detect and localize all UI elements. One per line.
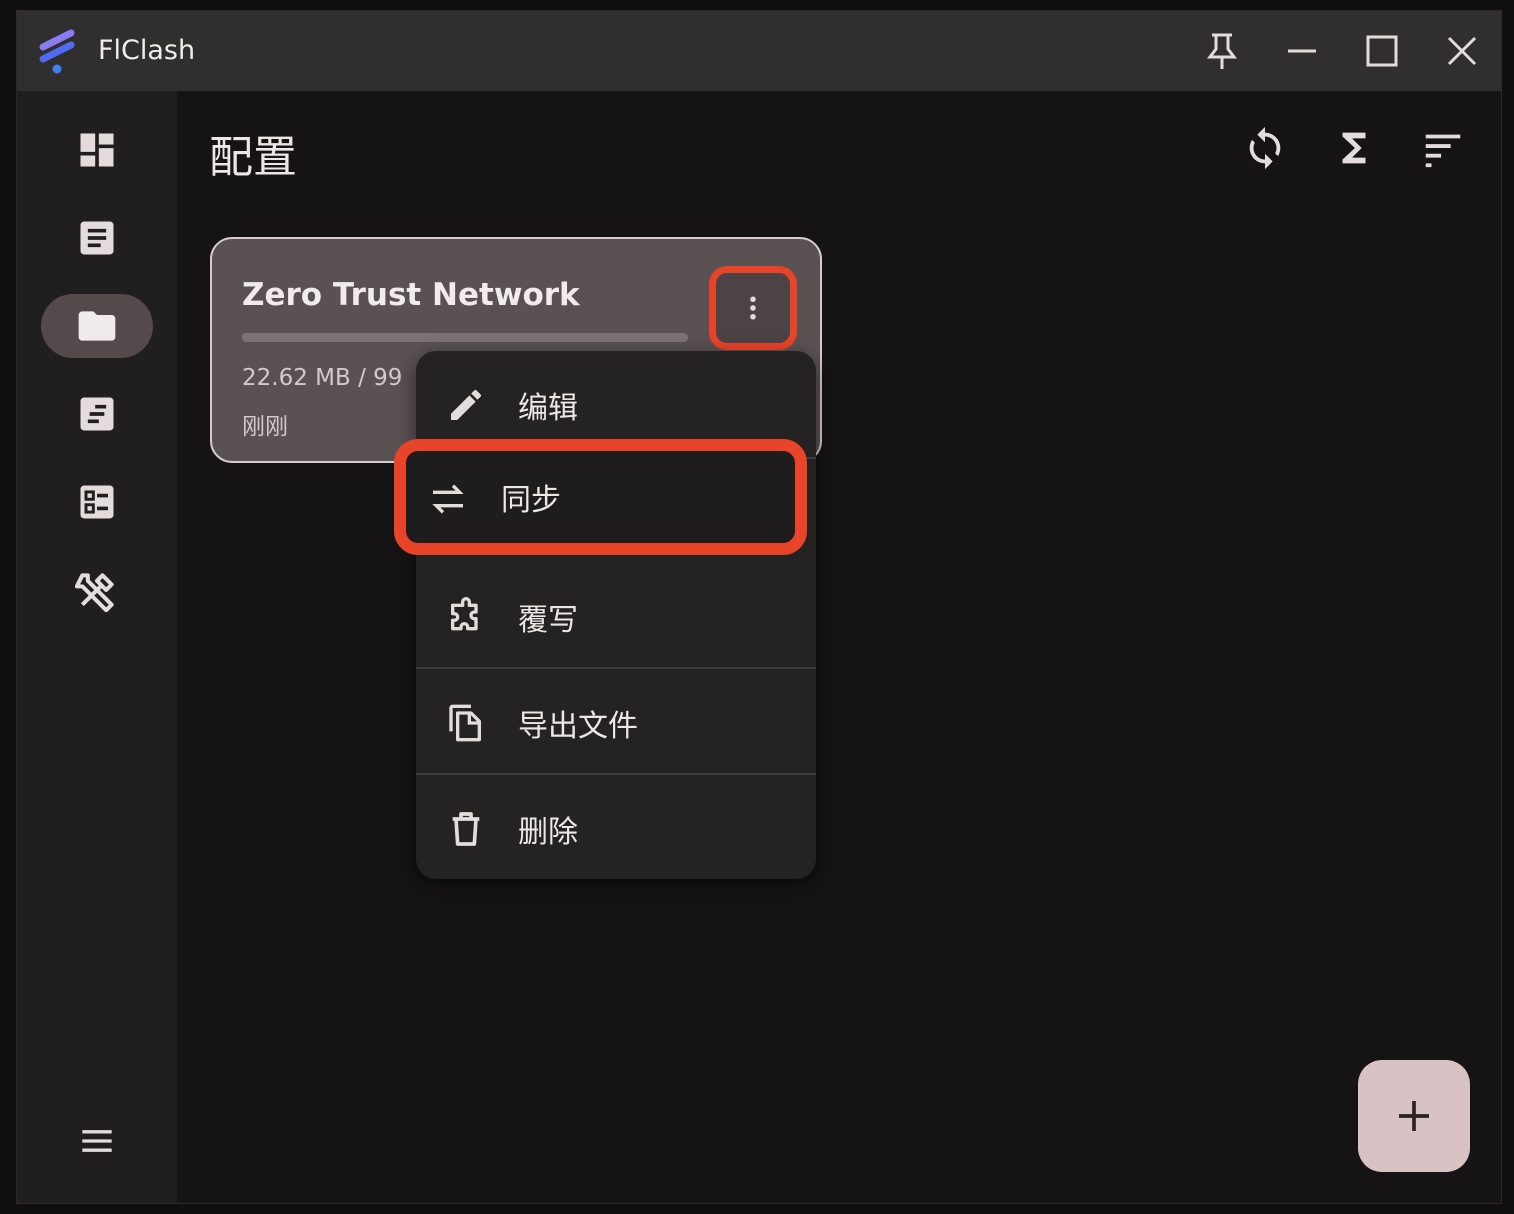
profile-updated: 刚刚 [242,414,288,440]
sync-all-button[interactable] [1240,123,1290,173]
profile-name: Zero Trust Network [242,277,580,313]
menu-item-sync[interactable]: 同步 [394,439,807,555]
folder-icon [78,311,116,341]
sigma-icon [1342,132,1366,164]
menu-item-override[interactable]: 覆写 [416,563,816,669]
sync-icon [1249,126,1281,170]
maximize-button[interactable] [1362,31,1402,71]
sort-icon [1425,134,1461,168]
app-logo [39,29,75,74]
profile-context-menu: 编辑 覆写 导出文件 删除 [416,351,816,879]
tools-icon [75,573,114,612]
minimize-icon [1288,49,1316,53]
sort-button[interactable] [1418,123,1468,173]
traffic-sum-button[interactable] [1329,123,1379,173]
puzzle-icon [451,597,478,631]
swap-icon [432,484,464,514]
profile-usage: 22.62 MB / 99 [242,365,403,391]
plus-icon [1399,1101,1429,1131]
maximize-icon [1366,35,1398,67]
page-title: 配置 [209,132,297,183]
pin-button[interactable] [1202,31,1242,71]
menu-item-label: 同步 [501,483,561,518]
usage-progress-bar [242,333,688,342]
minimize-button[interactable] [1282,31,1322,71]
close-icon [1447,36,1477,66]
article-icon [80,221,114,255]
sidebar-item-profiles[interactable] [41,294,153,358]
more-vert-icon [750,296,756,320]
menu-item-label: 编辑 [518,391,578,426]
sidebar-item-logs[interactable] [41,382,153,446]
main-content: 配置 Zero Trust Network 22.62 MB / 99 刚刚 编… [177,91,1501,1203]
pin-icon [1207,33,1237,69]
close-button[interactable] [1442,31,1482,71]
sidebar-item-tools[interactable] [41,558,153,622]
add-profile-button[interactable] [1358,1060,1470,1172]
edit-icon [451,389,481,420]
checklist-icon [80,485,114,519]
app-window: FlClash 配置 Zero Trust Network 22.62 MB /… [16,10,1502,1204]
sidebar-item-proxies[interactable] [41,206,153,270]
more-options-button[interactable] [709,266,797,350]
sidebar-item-dashboard[interactable] [41,118,153,182]
title-bar: FlClash [17,11,1501,91]
menu-item-label: 导出文件 [518,709,638,744]
window-title: FlClash [98,35,196,66]
menu-item-export[interactable]: 导出文件 [416,669,816,775]
menu-icon [82,1130,112,1152]
dashboard-icon [80,133,114,167]
logs-icon [80,397,114,431]
copy-file-icon [449,704,481,742]
sidebar-menu-button[interactable] [41,1109,153,1173]
menu-item-label: 覆写 [518,603,578,638]
menu-item-label: 删除 [518,815,578,850]
menu-item-delete[interactable]: 删除 [416,775,816,879]
sidebar-nav [17,91,177,1203]
sidebar-item-resources[interactable] [41,470,153,534]
trash-icon [452,812,480,846]
